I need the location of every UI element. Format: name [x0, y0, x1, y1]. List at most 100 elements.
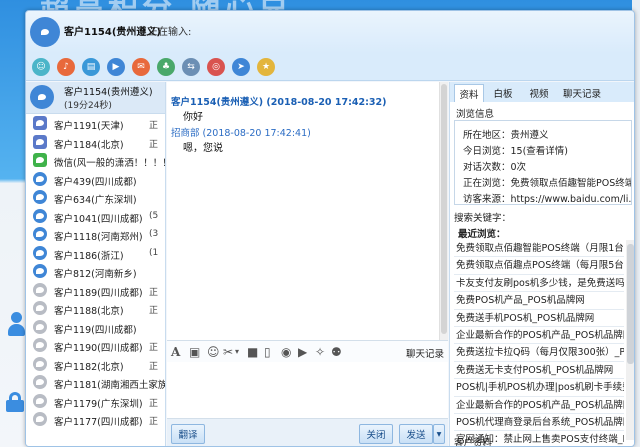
- shake-icon[interactable]: ✧: [315, 345, 325, 359]
- recent-page-item[interactable]: POS机代理商登录后台系统_POS机品牌网: [454, 414, 624, 432]
- video-icon[interactable]: ▶: [107, 58, 125, 76]
- target-icon[interactable]: ◎: [207, 58, 225, 76]
- chat-area: 客户1154(贵州遵义) (2018-08-20 17:42:32) 你好 招商…: [167, 82, 448, 446]
- send-icon[interactable]: ➤: [232, 58, 250, 76]
- recent-page-item[interactable]: POS机|手机POS机办理|pos机刷卡手续费: [454, 379, 624, 397]
- contact-item[interactable]: 客户812(河南新乡): [26, 262, 165, 281]
- robot-icon[interactable]: ⚉: [331, 345, 342, 359]
- chevron-down-icon[interactable]: ▾: [235, 347, 239, 356]
- contact-extra: (5: [149, 210, 159, 221]
- recent-page-item[interactable]: 免费送拉卡拉Q码（每月仅限300张）_PO: [454, 344, 624, 362]
- tab-chat-history[interactable]: 聊天记录: [558, 84, 606, 102]
- bird-icon: [36, 138, 44, 145]
- contact-extra: 正: [149, 361, 159, 372]
- contact-extra: 正: [149, 121, 159, 131]
- file-icon[interactable]: ▯: [264, 345, 271, 359]
- recent-page-item[interactable]: 免费POS机产品_POS机品牌网: [454, 292, 624, 310]
- mic-icon[interactable]: ♪: [57, 58, 75, 76]
- info-today-visits[interactable]: 今日浏览：15(查看详情): [463, 143, 631, 157]
- chat-scrollbar[interactable]: [439, 82, 448, 340]
- contact-avatar: [33, 356, 47, 371]
- bird-icon: [36, 157, 44, 163]
- message-input[interactable]: [167, 362, 448, 418]
- contact-item[interactable]: 微信(风一般的潇洒！！！！: [26, 151, 165, 170]
- bird-icon: [36, 194, 44, 200]
- face-icon[interactable]: ☺: [32, 58, 50, 76]
- recent-page-item[interactable]: 企业最新合作的POS机产品_POS机品牌网: [454, 327, 624, 345]
- contact-item[interactable]: 客户1188(北京) 正: [26, 299, 165, 318]
- contact-item[interactable]: 客户1191(天津) 正: [26, 114, 165, 133]
- contact-avatar: [33, 208, 47, 223]
- image-icon[interactable]: ▣: [189, 345, 200, 359]
- contact-extra: 正: [149, 417, 159, 427]
- history-button[interactable]: 聊天记录: [406, 346, 444, 360]
- tab-video[interactable]: 视频: [522, 84, 556, 102]
- contact-item[interactable]: 客户1041(四川成都) (5: [26, 207, 165, 226]
- star-icon[interactable]: ★: [257, 58, 275, 76]
- input-toolbar: A ▣ ☺ ✂ ▾ ■ ▯ ◉ ▶ ✧ ⚉ 聊天记录: [167, 340, 448, 362]
- contact-item[interactable]: 客户1184(北京) 正: [26, 133, 165, 152]
- current-contact[interactable]: 客户1154(贵州遵义) (19分24秒): [26, 82, 165, 114]
- recent-page-item[interactable]: 免费送手机POS机_POS机品牌网: [454, 310, 624, 327]
- send-options-chevron-icon[interactable]: ▾: [433, 424, 445, 444]
- video-clip-icon[interactable]: ▶: [298, 345, 307, 359]
- recent-page-item[interactable]: 免费领取点佰趣智能POS终端（月限1台）: [454, 240, 624, 258]
- contact-extra: 正: [149, 398, 159, 409]
- bottom-bar: 翻译 关闭 发送 ▾: [167, 418, 448, 446]
- contact-name: 客户119(四川成都): [54, 324, 137, 336]
- contact-item[interactable]: 客户1186(浙江) (1: [26, 244, 165, 263]
- contact-item[interactable]: 客户439(四川成都): [26, 170, 165, 189]
- info-source[interactable]: 访客来源：https://www.baidu.com/li...: [463, 191, 631, 205]
- contact-name: 客户1177(四川成都): [54, 417, 143, 428]
- bird-icon: [36, 120, 44, 126]
- group-icon[interactable]: ♣: [157, 58, 175, 76]
- recent-page-item[interactable]: 免费送无卡支付POS机_POS机品牌网: [454, 362, 624, 380]
- contact-extra: 正: [149, 306, 159, 316]
- customer-profile-label[interactable]: 客户资料: [454, 435, 492, 446]
- customer-avatar: [30, 17, 60, 47]
- contact-item[interactable]: 客户119(四川成都): [26, 318, 165, 337]
- send-button[interactable]: 发送: [399, 424, 433, 444]
- contact-list: 客户1154(贵州遵义) (19分24秒) 客户1191(天津) 正客户1184(…: [26, 82, 166, 446]
- lock-icon: [6, 392, 24, 412]
- contact-extra: 正: [149, 139, 159, 150]
- share-icon[interactable]: ⇆: [182, 58, 200, 76]
- translate-button[interactable]: 翻译: [171, 424, 205, 444]
- recent-page-item[interactable]: 免费领取点佰趣点POS终端（每月限5台）: [454, 257, 624, 275]
- contact-extra: (3: [149, 229, 159, 239]
- typing-status: 正在输入:: [148, 27, 192, 38]
- contact-avatar: [33, 245, 47, 260]
- chat-window: 客户1154(贵州遵义) 正在输入: ☺ ♪ ▤ ▶ ✉ ♣ ⇆ ◎ ➤ ★ 客…: [25, 10, 635, 447]
- message-header: 招商部 (2018-08-20 17:42:41): [171, 128, 311, 139]
- contact-avatar: [33, 301, 47, 315]
- font-icon[interactable]: A: [171, 345, 180, 359]
- bird-icon: [36, 323, 44, 330]
- audio-icon[interactable]: ◉: [281, 345, 291, 359]
- pages-scrollbar[interactable]: [626, 240, 634, 440]
- tab-profile[interactable]: 资料: [454, 84, 484, 102]
- contact-item[interactable]: 客户1190(四川成都) 正: [26, 336, 165, 355]
- contact-name: 客户634(广东深圳): [54, 195, 137, 206]
- contact-item[interactable]: 客户1189(四川成都) 正: [26, 281, 165, 300]
- search-keyword-label: 搜索关键字：: [454, 213, 512, 224]
- card-icon[interactable]: ▤: [82, 58, 100, 76]
- contact-item[interactable]: 客户1181(湖南湘西土家族: [26, 373, 165, 392]
- contact-item[interactable]: 客户1182(北京) 正: [26, 355, 165, 374]
- contact-name: 微信(风一般的潇洒！！！！: [54, 158, 166, 169]
- recent-page-item[interactable]: 企业最新合作的POS机产品_POS机品牌网: [454, 397, 624, 414]
- folder-icon[interactable]: ■: [247, 345, 258, 359]
- message-icon[interactable]: ✉: [132, 58, 150, 76]
- emoji-icon[interactable]: ☺: [207, 345, 220, 359]
- message-text: 嗯，您说: [183, 143, 223, 154]
- scissors-icon[interactable]: ✂: [223, 345, 233, 359]
- contact-name: 客户1188(北京): [54, 306, 124, 317]
- bird-icon: [36, 268, 44, 274]
- contact-item[interactable]: 客户1179(广东深圳) 正: [26, 392, 165, 411]
- user-icon: [8, 312, 25, 338]
- contact-item[interactable]: 客户1118(河南郑州) (3: [26, 225, 165, 244]
- close-button[interactable]: 关闭: [359, 424, 393, 444]
- recent-page-item[interactable]: 卡友支付友刷pos机多少钱，是免费送吗: [454, 275, 624, 293]
- tab-whiteboard[interactable]: 白板: [486, 84, 520, 102]
- contact-item[interactable]: 客户1177(四川成都) 正: [26, 410, 165, 429]
- contact-item[interactable]: 客户634(广东深圳): [26, 188, 165, 207]
